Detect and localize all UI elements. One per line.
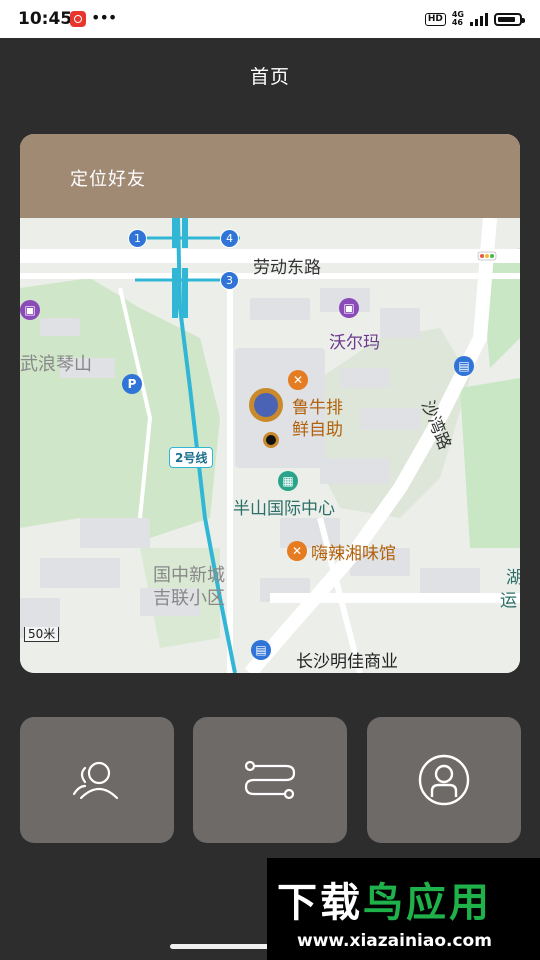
metro-exit-1-icon[interactable]: 1 <box>128 229 147 248</box>
network-type-bottom: 46 <box>451 18 463 27</box>
poi-hill-park: 武浪琴山 <box>20 354 92 375</box>
poi-walmart[interactable]: 沃尔玛 <box>329 328 380 353</box>
parking-icon[interactable]: P <box>122 374 142 394</box>
watermark-title: 下载鸟应用 <box>277 870 492 928</box>
poi-hunan-restaurant[interactable]: 嗨辣湘味馆 <box>311 539 396 564</box>
friend-location-marker[interactable] <box>249 388 283 422</box>
bus-stop-icon[interactable]: ▤ <box>251 640 271 660</box>
map-scale: 50米 <box>24 627 60 642</box>
watermark-title-part2: 鸟应用 <box>363 880 492 926</box>
route-icon <box>244 760 296 800</box>
restaurant-icon[interactable]: ✕ <box>288 370 308 390</box>
location-pin-dot <box>263 432 279 448</box>
locate-friends-card[interactable]: 定位好友 1 4 3 2号线 劳动东路 沙湾路 ▣ 沃尔玛 ▣ 武浪琴山 P ✕… <box>20 134 520 673</box>
hd-badge: HD <box>424 12 446 26</box>
watermark-logo: 下载鸟应用 www.xiazainiao.com <box>267 858 540 960</box>
edge-label-2: 运 <box>500 591 517 611</box>
status-bar: 10:45 ••• HD 4G 46 <box>0 0 540 38</box>
signal-icon <box>470 12 488 26</box>
friends-icon <box>72 761 119 800</box>
app-notification-icon <box>70 11 86 27</box>
card-header: 定位好友 <box>20 134 520 218</box>
metro-line-label: 2号线 <box>169 447 214 468</box>
friend-avatar <box>254 393 278 417</box>
metro-exit-4-icon[interactable]: 4 <box>220 229 239 248</box>
friends-button[interactable] <box>20 717 174 843</box>
edge-label-1: 湖 <box>506 568 520 588</box>
card-title: 定位好友 <box>70 169 146 190</box>
network-type: 4G 46 <box>452 11 464 27</box>
status-indicators: HD 4G 46 <box>424 10 525 28</box>
status-time: 10:45 <box>18 9 73 29</box>
profile-button[interactable] <box>367 717 521 843</box>
watermark-url: www.xiazainiao.com <box>297 931 492 951</box>
metro-exit-3-icon[interactable]: 3 <box>220 271 239 290</box>
bus-stop-icon-right[interactable]: ▤ <box>454 356 474 376</box>
watermark-title-part1: 下载 <box>277 880 363 926</box>
poi-banshan-center[interactable]: 半山国际中心 <box>233 494 335 519</box>
page-title: 首页 <box>249 66 290 88</box>
shopping-icon-left[interactable]: ▣ <box>20 300 40 320</box>
profile-icon <box>418 754 470 806</box>
restaurant-icon-2[interactable]: ✕ <box>287 541 307 561</box>
road-label-laodong: 劳动东路 <box>253 258 321 278</box>
poi-mall[interactable]: 长沙明佳商业 <box>296 647 398 672</box>
poi-restaurant-line2[interactable]: 鲜自助 <box>292 415 343 440</box>
district-label-2: 吉联小区 <box>153 588 225 609</box>
battery-icon <box>494 12 525 26</box>
shopping-icon[interactable]: ▣ <box>339 298 359 318</box>
status-more-dots: ••• <box>91 8 117 27</box>
building-icon[interactable]: ▦ <box>278 471 298 491</box>
route-button[interactable] <box>193 717 347 843</box>
map-view[interactable]: 1 4 3 2号线 劳动东路 沙湾路 ▣ 沃尔玛 ▣ 武浪琴山 P ✕ 鲁牛排 … <box>20 218 520 673</box>
